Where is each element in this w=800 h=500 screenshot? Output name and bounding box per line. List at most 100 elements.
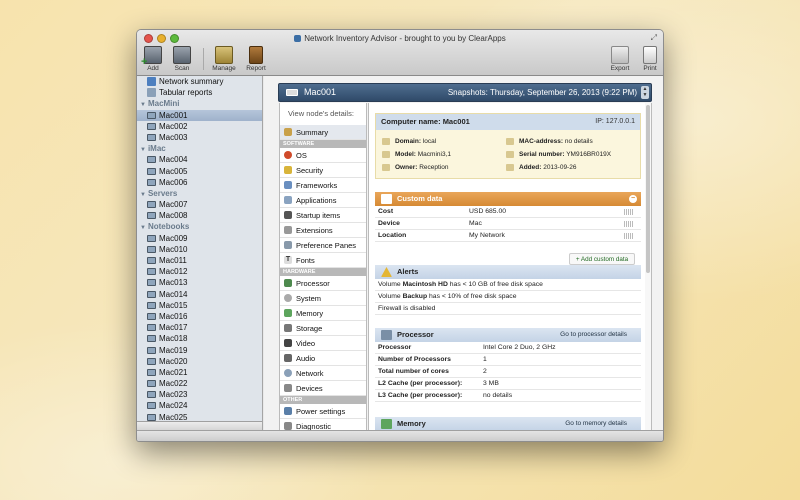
report-button[interactable]: Report	[242, 46, 270, 72]
sidebar-node[interactable]: Mac010	[137, 244, 262, 255]
serial-number-icon	[506, 151, 514, 158]
nav-item-storage[interactable]: Storage	[280, 321, 366, 336]
sidebar-node[interactable]: Mac009	[137, 233, 262, 244]
nav-item-applications[interactable]: Applications	[280, 193, 366, 208]
sidebar-group-label: Notebooks	[147, 222, 190, 232]
sidebar-node[interactable]: Mac008	[137, 210, 262, 221]
network-summary-icon	[147, 77, 156, 86]
nav-item-label: Summary	[296, 128, 329, 137]
manage-button[interactable]: Manage	[210, 46, 238, 72]
sidebar-node[interactable]: Mac016	[137, 311, 262, 322]
sidebar-node[interactable]: Mac017	[137, 322, 262, 333]
model-icon	[382, 151, 390, 158]
nav-item-processor[interactable]: Processor	[280, 276, 366, 291]
nav-item-audio[interactable]: Audio	[280, 351, 366, 366]
sidebar-node[interactable]: Mac024	[137, 400, 262, 411]
alert-text: has < 10% of free disk space	[427, 293, 517, 300]
sidebar-node[interactable]: Mac007	[137, 199, 262, 210]
go-to-processor-details-link[interactable]: Go to processor details	[560, 328, 627, 342]
sidebar-group-label: iMac	[147, 144, 166, 154]
sidebar-node[interactable]: Mac012	[137, 266, 262, 277]
collapse-icon[interactable]: −	[629, 195, 637, 203]
nav-item-memory[interactable]: Memory	[280, 306, 366, 321]
nav-item-security[interactable]: Security	[280, 163, 366, 178]
nav-item-os[interactable]: OS	[280, 148, 366, 163]
preference-panes-icon	[284, 241, 292, 249]
add-custom-data-button[interactable]: + Add custom data	[569, 253, 635, 265]
video-icon	[284, 339, 292, 347]
sidebar-node[interactable]: Mac021	[137, 367, 262, 378]
nav-item-summary[interactable]: Summary	[280, 125, 366, 140]
sidebar-node[interactable]: Mac015	[137, 300, 262, 311]
snapshot-stepper[interactable]: ▲ ▼	[641, 86, 649, 99]
print-button[interactable]: Print	[636, 46, 663, 72]
computer-icon	[147, 380, 156, 388]
row-key: L3 Cache (per processor):	[378, 392, 463, 399]
sidebar-node[interactable]: Mac004	[137, 154, 262, 165]
sidebar-node[interactable]: Mac011	[137, 255, 262, 266]
sidebar-group-imac[interactable]: ▼ iMac	[137, 143, 262, 154]
sidebar-node[interactable]: Mac019	[137, 345, 262, 356]
scan-button[interactable]: Scan	[168, 46, 196, 72]
scan-icon	[173, 46, 191, 64]
summary-icon	[284, 128, 292, 136]
computer-icon	[147, 234, 156, 242]
sidebar-node[interactable]: Mac005	[137, 166, 262, 177]
nav-item-devices[interactable]: Devices	[280, 381, 366, 396]
sidebar-node[interactable]: Mac003	[137, 132, 262, 143]
sidebar-node-label: Mac009	[159, 233, 188, 243]
sidebar-item-tabular-reports[interactable]: Tabular reports	[137, 87, 262, 98]
processor-header: Processor Go to processor details	[375, 328, 641, 342]
fullscreen-icon[interactable]: ⤢	[651, 33, 657, 43]
mac-address-value: no details	[564, 138, 593, 145]
edit-icon[interactable]	[624, 209, 633, 215]
row-value: My Network	[469, 232, 505, 239]
alert-volume: Macintosh HD	[402, 281, 448, 288]
edit-icon[interactable]	[624, 221, 633, 227]
scrollbar-thumb[interactable]	[646, 105, 650, 273]
sidebar-group-notebooks[interactable]: ▼ Notebooks	[137, 221, 262, 232]
serial-number-value: YM916BR019X	[566, 151, 612, 158]
nav-item-video[interactable]: Video	[280, 336, 366, 351]
row-value: Intel Core 2 Duo, 2 GHz	[483, 344, 556, 351]
sidebar-node-label: Mac015	[159, 300, 188, 310]
sidebar-node[interactable]: Mac018	[137, 333, 262, 344]
content-scrollbar[interactable]	[645, 103, 651, 431]
sidebar-node[interactable]: Mac014	[137, 289, 262, 300]
sidebar-item-network-summary[interactable]: Network summary	[137, 76, 262, 87]
storage-icon	[284, 324, 292, 332]
nav-item-system[interactable]: System	[280, 291, 366, 306]
snapshots-selector[interactable]: Snapshots: Thursday, September 26, 2013 …	[448, 84, 637, 101]
sidebar-node[interactable]: Mac001	[137, 109, 262, 121]
custom-data-title: Custom data	[397, 194, 443, 203]
alert-text: Volume	[378, 281, 403, 288]
nav-item-preference-panes[interactable]: Preference Panes	[280, 238, 366, 253]
alert-text: has < 10 GB of free disk space	[447, 281, 543, 288]
added-value: 2013-09-26	[543, 164, 577, 171]
nav-item-frameworks[interactable]: Frameworks	[280, 178, 366, 193]
computer-info-grid: Domain: local Model: Macmini3,1 Owner: R…	[376, 130, 640, 178]
edit-icon[interactable]	[624, 233, 633, 239]
sidebar-node-label: Mac006	[159, 177, 188, 187]
export-button[interactable]: Export	[606, 46, 634, 72]
sidebar-node[interactable]: Mac002	[137, 121, 262, 132]
nav-item-extensions[interactable]: Extensions	[280, 223, 366, 238]
nav-item-label: Audio	[296, 354, 316, 363]
nav-item-startup-items[interactable]: Startup items	[280, 208, 366, 223]
nav-item-fonts[interactable]: T Fonts	[280, 253, 366, 268]
sidebar-group-macmini[interactable]: ▼ MacMini	[137, 98, 262, 109]
model-label: Model:	[395, 151, 416, 158]
add-button[interactable]: Add	[139, 46, 167, 72]
sidebar-node[interactable]: Mac020	[137, 356, 262, 367]
sidebar-node[interactable]: Mac023	[137, 389, 262, 400]
sidebar-node[interactable]: Mac006	[137, 177, 262, 188]
os-icon	[284, 151, 292, 159]
nav-item-label: Startup items	[296, 211, 341, 220]
go-to-memory-details-link[interactable]: Go to memory details	[565, 417, 627, 431]
nav-item-network[interactable]: Network	[280, 366, 366, 381]
nav-item-power-settings[interactable]: Power settings	[280, 404, 366, 419]
sidebar-group-servers[interactable]: ▼ Servers	[137, 188, 262, 199]
sidebar-node[interactable]: Mac013	[137, 277, 262, 288]
sidebar-node[interactable]: Mac022	[137, 378, 262, 389]
nav-item-label: Processor	[296, 279, 330, 288]
